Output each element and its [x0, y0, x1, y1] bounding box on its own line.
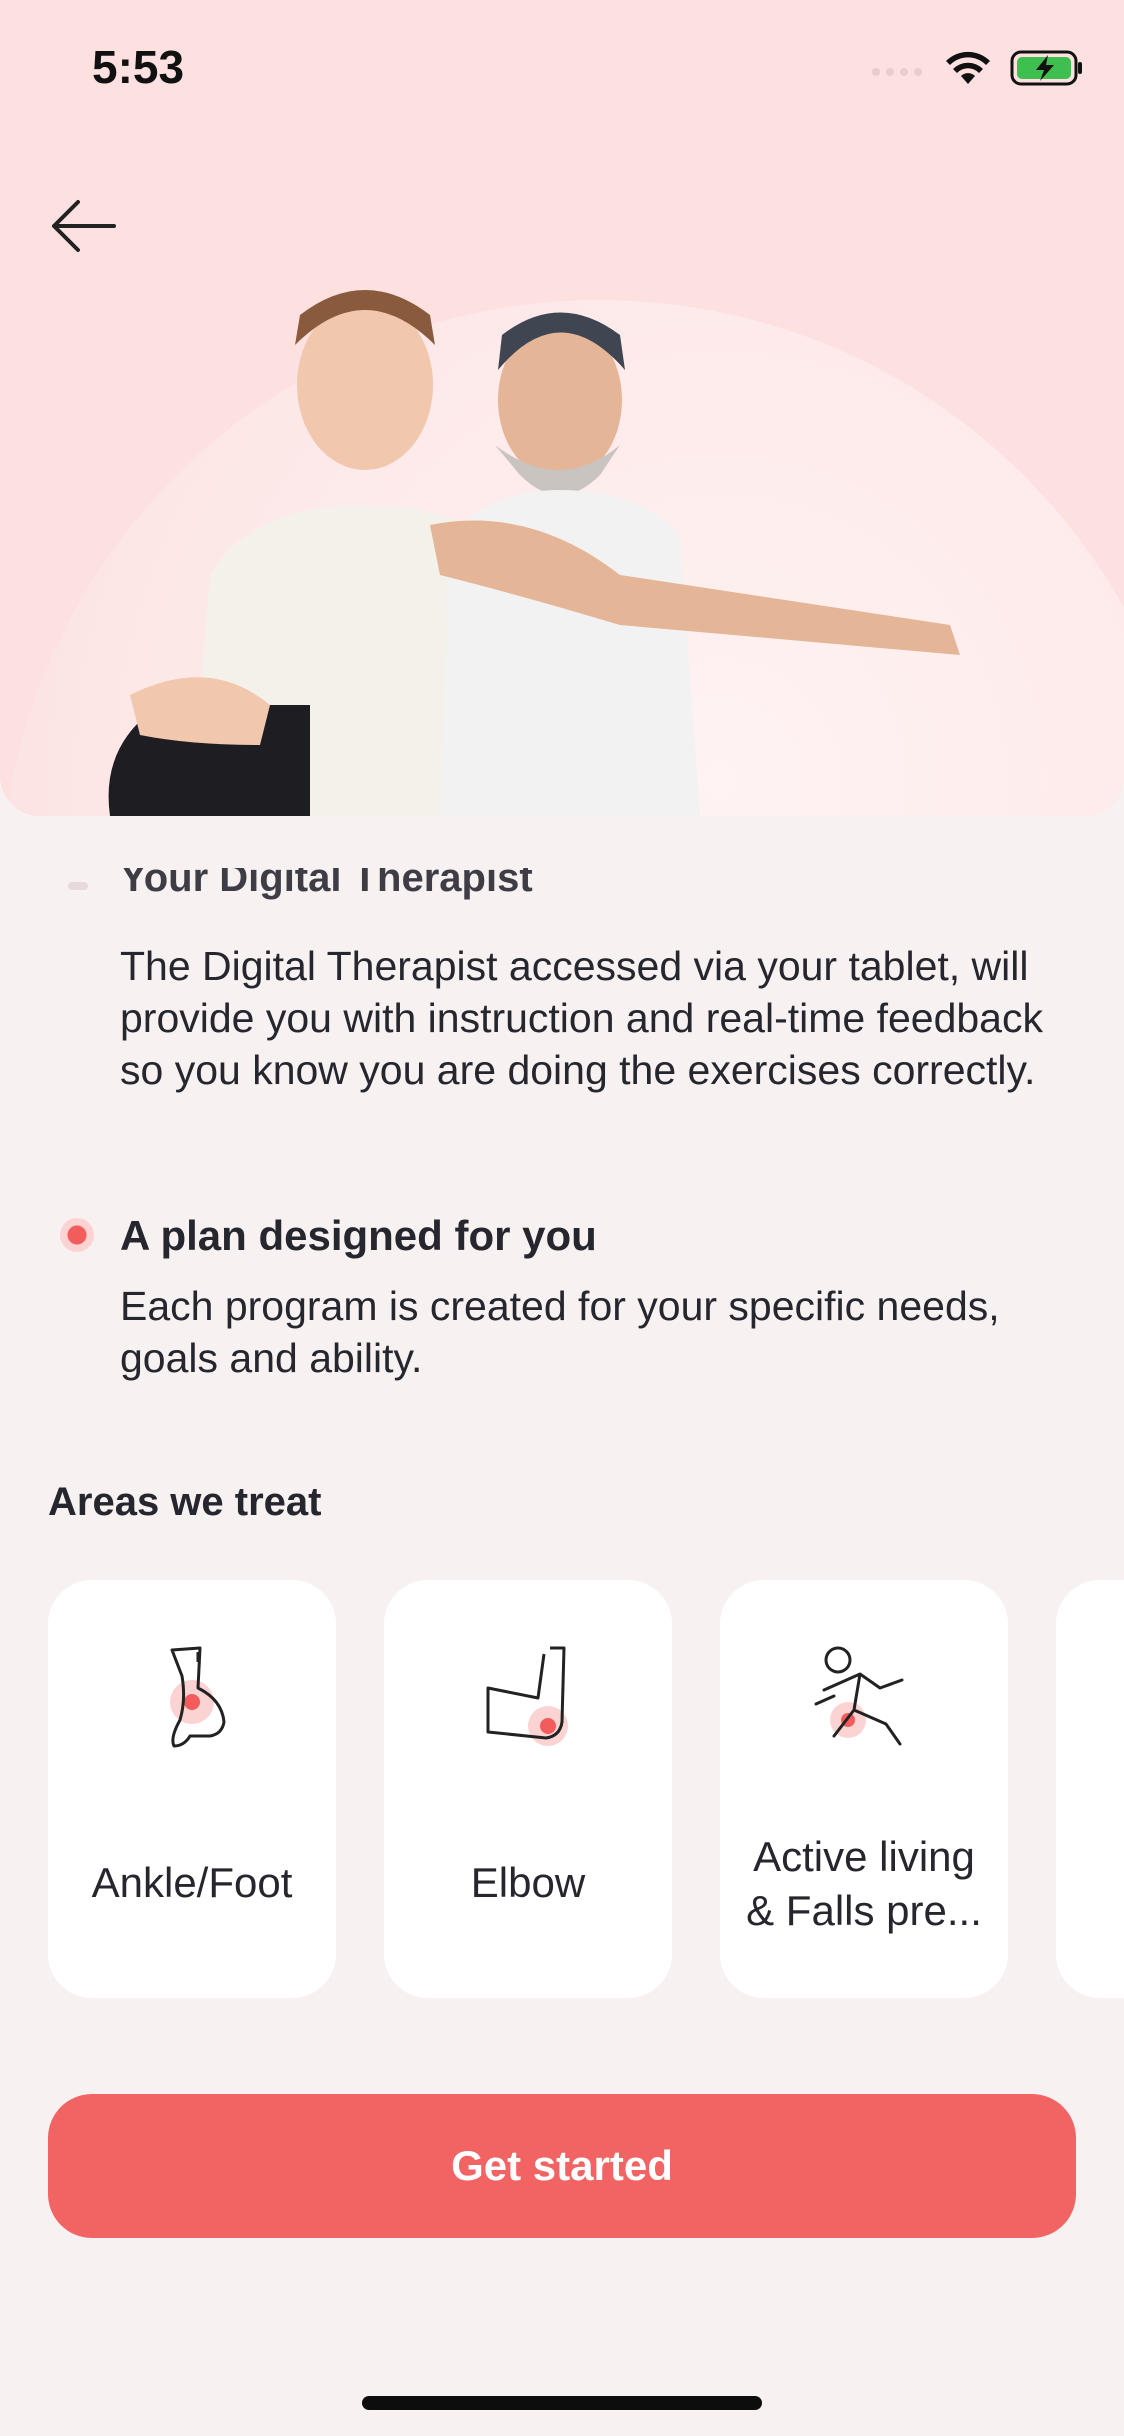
status-time: 5:53 — [92, 41, 185, 93]
back-arrow-icon — [52, 200, 116, 252]
hero-photo — [108, 290, 960, 816]
faded-bullet — [68, 882, 88, 890]
area-card-active-living[interactable]: Active living & Falls pre... — [720, 1580, 1008, 1998]
content-scroll-area[interactable]: Your Digital Therapist The Digital Thera… — [0, 816, 1124, 2006]
feature-description: Each program is created for your specifi… — [120, 1283, 1000, 1381]
home-indicator[interactable] — [362, 2396, 762, 2410]
area-card-ankle-foot[interactable]: Ankle/Foot — [48, 1580, 336, 1998]
ankle-foot-icon — [170, 1646, 226, 1748]
area-card-elbow[interactable]: Elbow — [384, 1580, 672, 1998]
elbow-icon — [486, 1646, 568, 1746]
back-button[interactable] — [50, 196, 116, 256]
areas-carousel[interactable]: Ankle/Foot Elbow Active living & Falls p… — [48, 1580, 1124, 1998]
area-card-label: Elbow — [470, 1859, 586, 1906]
area-card-label: Active living & Falls pre... — [746, 1833, 982, 1934]
feature-bullet — [60, 1218, 94, 1252]
active-living-icon — [814, 1646, 904, 1746]
area-card-next-partial[interactable] — [1056, 1580, 1124, 1998]
status-icons — [870, 48, 1084, 92]
areas-section-title: Areas we treat — [48, 1480, 322, 1524]
feature-title: A plan designed for you — [120, 1212, 597, 1259]
area-card-label: Ankle/Foot — [91, 1859, 293, 1906]
wifi-icon — [944, 50, 992, 91]
signal-icon — [870, 58, 926, 83]
status-bar: 5:53 — [0, 0, 1124, 140]
digital-therapist-title: Your Digital Therapist — [120, 856, 533, 900]
battery-icon — [1010, 49, 1084, 92]
digital-therapist-description: The Digital Therapist accessed via your … — [120, 943, 1043, 1093]
get-started-button[interactable]: Get started — [48, 2094, 1076, 2238]
